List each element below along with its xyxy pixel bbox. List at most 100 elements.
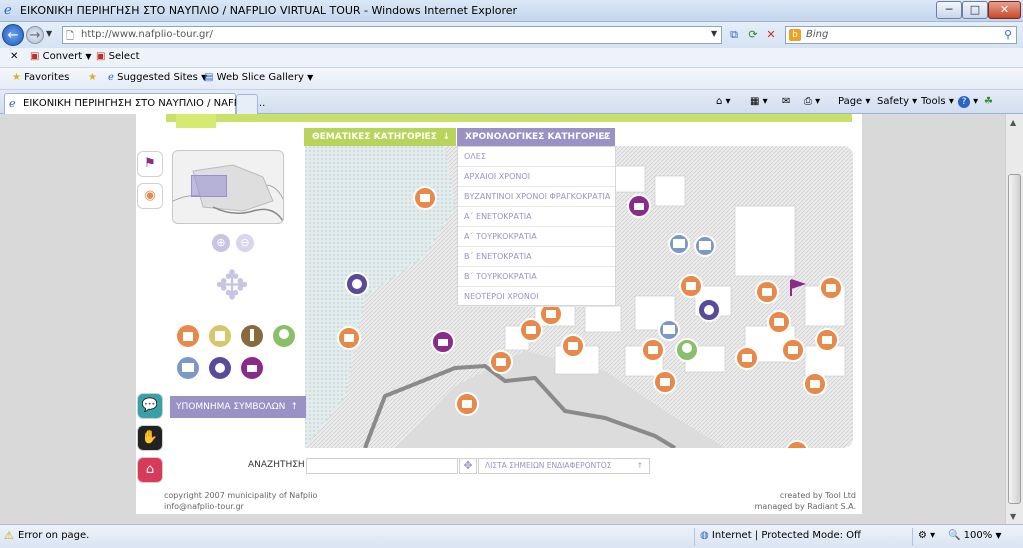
zoom-in-icon[interactable]: ⊕ [212,234,230,252]
url-input[interactable]: 🗋 http://www.nafplio-tour.gr/ ▼ [62,26,722,44]
poi-castle-15 [653,370,677,394]
compatibility-view-icon[interactable]: ⧉ [727,28,741,42]
refresh-icon[interactable]: ⟳ [746,28,760,42]
status-text[interactable]: Error on page. [18,530,89,541]
legend-label: ΥΠΟΜΝΗΜΑ ΣΥΜΒΟΛΩΝ [176,402,286,412]
warning-icon[interactable]: ⚠ [4,530,16,542]
castle-category-icon [177,325,199,347]
chronological-categories-label: ΧΡΟΝΟΛΟΓΙΚΕΣ ΚΑΤΗΓΟΡΙΕΣ [465,132,611,142]
address-bar: ← → ▼ 🗋 http://www.nafplio-tour.gr/ ▼ ⧉ … [0,22,1023,48]
search-go-icon[interactable]: ⚲ [1004,28,1012,41]
poi-castle-1 [413,186,437,210]
back-button[interactable]: ← [2,24,24,46]
page-menu[interactable]: Page ▾ [838,96,870,107]
legend-button[interactable]: ΥΠΟΜΝΗΜΑ ΣΥΜΒΟΛΩΝ ↑ [170,396,306,418]
feeds-icon[interactable]: ▦ ▾ [750,96,768,107]
contact-email[interactable]: info@nafplio-tour.gr [164,501,317,512]
favorites-button[interactable]: ★ Favorites [12,72,69,83]
category-icons [177,325,295,379]
poi-eye-1 [345,272,369,296]
thematic-categories-tab[interactable]: ΘΕΜΑΤΙΚΕΣ ΚΑΤΗΓΟΡΙΕΣ ↓ [304,128,456,146]
poi-list-button[interactable]: ΛΙΣΤΑ ΣΗΜΕΙΩΝ ΕΝΔΙΑΦΕΡΟΝΤΟΣ ↑ [478,458,650,474]
zoom-value: 100% [963,530,993,541]
chronological-categories-tab[interactable]: ΧΡΟΝΟΛΟΓΙΚΕΣ ΚΑΤΗΓΟΡΙΕΣ ↓ [457,128,615,146]
research-icon[interactable]: ☘ [984,96,993,107]
chrono-option-ancient[interactable]: ΑΡΧΑΙΟΙ ΧΡΟΝΟΙ [458,167,615,187]
help-menu[interactable]: ? ▾ [958,96,978,108]
chrono-option-all[interactable]: ΟΛΕΣ [458,147,615,167]
place-search-input[interactable] [306,458,458,474]
tree-category-icon [273,325,295,347]
suggested-sites-button[interactable]: ℯ Suggested Sites ▼ [108,72,207,83]
hand-icon[interactable]: ✋ [138,426,162,450]
vertical-scrollbar[interactable]: ▲ ▼ [1005,114,1023,524]
minimap-viewport-frame[interactable] [191,175,227,197]
house-category-icon [241,357,263,379]
zoom-out-icon[interactable]: ⊖ [236,234,254,252]
top-green-strip [166,114,852,122]
chrono-option-byzantine[interactable]: ΒΥΖΑΝΤΙΝΟΙ ΧΡΟΝΟΙ ΦΡΑΓΚΟΚΡΑΤΙΑ [458,187,615,207]
url-dropdown-icon[interactable]: ▼ [711,29,717,38]
poi-castle-7 [641,338,665,362]
security-zone[interactable]: ◍ Internet | Protected Mode: Off [700,530,861,541]
globe-icon: ◍ [700,530,709,541]
control-panel: ⊕ ⊖ ✥ [164,142,306,480]
command-bar: ✕ ▣ Convert ▼ ▣ Select [0,48,1023,68]
zoom-level[interactable]: 🔍 100% ▼ [948,530,1002,541]
move-icon[interactable]: ✥ [459,458,477,474]
chrono-option-ottoman-2[interactable]: Β΄ ΤΟΥΡΚΟΚΡΑΤΙΑ [458,267,615,287]
close-toolbar-button[interactable]: ✕ [10,51,18,62]
chat-icon[interactable]: 💬 [138,394,162,418]
close-button[interactable]: ✕ [988,1,1021,19]
categories-bar: ΘΕΜΑΤΙΚΕΣ ΚΑΤΗΓΟΡΙΕΣ ↓ ΧΡΟΝΟΛΟΓΙΚΕΣ ΚΑΤΗ… [304,128,624,146]
protected-mode-icon[interactable]: ⚙ ▾ [918,530,935,541]
suggested-sites-label: Suggested Sites [117,72,198,83]
forward-button[interactable]: → [26,26,44,44]
search-label: ΑΝΑΖΗΤΗΣΗ [248,460,305,470]
nafplio-site: ⚑ ◉ 💬 ✋ ⌂ ⊕ ⊖ ✥ ΘΕΜΑΤΙΚΕΣ ΚΑΤΗΓΟΡΙΕΣ ↓ Χ… [136,114,862,514]
history-dropdown-icon[interactable]: ▼ [46,29,52,38]
pan-arrows-icon[interactable]: ✥ [210,264,254,308]
maximize-button[interactable]: □ [962,1,988,19]
tab-nafplio[interactable]: ℯ ΕΙΚΟΝΙΚΗ ΠΕΡΙΗΓΗΣΗ ΣΤΟ ΝΑΥΠΛΙΟ / NAFPL… [4,93,265,114]
poi-castle-9 [519,318,543,342]
favorites-bar: ★ Favorites ★ ℯ Suggested Sites ▼ ▤ Web … [0,68,1023,90]
web-slice-gallery-button[interactable]: ▤ Web Slice Gallery ▼ [204,72,313,83]
chrono-option-modern[interactable]: ΝΕΟΤΕΡΟΙ ΧΡΟΝΟΙ [458,287,615,307]
scroll-down-icon[interactable]: ▼ [1010,512,1016,521]
poi-castle-16 [803,372,827,396]
convert-button[interactable]: ▣ Convert ▼ [30,51,92,62]
home-site-icon[interactable]: ⌂ [138,458,162,482]
poi-castle-4 [755,280,779,304]
add-favorite-icon[interactable]: ★ [88,72,97,83]
poi-castle-3 [679,274,703,298]
search-row: ΑΝΑΖΗΤΗΣΗ ✥ ΛΙΣΤΑ ΣΗΜΕΙΩΝ ΕΝΔΙΑΦΕΡΟΝΤΟΣ … [164,456,854,476]
minimap[interactable] [172,150,284,224]
tab-ie-icon: ℯ [9,97,16,110]
poi-castle-6 [767,310,791,334]
safety-menu[interactable]: Safety ▾ [877,96,917,107]
web-slice-icon: ▤ [204,72,214,83]
ie-logo-icon: ℯ [4,3,12,18]
scroll-thumb[interactable] [1008,174,1021,504]
home-icon[interactable]: ⌂ ▾ [716,96,731,107]
tools-menu[interactable]: Tools ▾ [921,96,954,107]
window-title: ΕΙΚΟΝΙΚΗ ΠΕΡΙΗΓΗΣΗ ΣΤΟ ΝΑΥΠΛΙΟ / NAFPLIO… [20,4,518,17]
chrono-option-venetian-2[interactable]: Β΄ ΕΝΕΤΟΚΡΑΤΙΑ [458,247,615,267]
lifebuoy-icon[interactable]: ◉ [138,184,162,208]
search-input[interactable]: b Bing ⚲ [785,26,1017,44]
flag-icon[interactable]: ⚑ [138,152,162,176]
scroll-up-icon[interactable]: ▲ [1010,118,1016,127]
print-icon[interactable]: ⎙ ▾ [804,96,820,107]
zoom-dropdown-icon: ▼ [995,531,1002,540]
page-viewport: ⚑ ◉ 💬 ✋ ⌂ ⊕ ⊖ ✥ ΘΕΜΑΤΙΚΕΣ ΚΑΤΗΓΟΡΙΕΣ ↓ Χ… [0,114,1005,524]
stop-icon[interactable]: ✕ [764,28,778,42]
select-button[interactable]: ▣ Select [96,51,140,62]
mail-icon[interactable]: ✉ [782,96,790,107]
minimize-button[interactable]: ─ [936,1,962,19]
copyright-text: copyright 2007 municipality of Nafplio [164,491,318,500]
chrono-option-venetian-1[interactable]: Α΄ ΕΝΕΤΟΚΡΑΤΙΑ [458,207,615,227]
help-icon: ? [958,96,970,108]
new-tab-button[interactable] [236,94,258,114]
chrono-option-ottoman-1[interactable]: Α΄ ΤΟΥΡΚΟΚΡΑΤΙΑ [458,227,615,247]
